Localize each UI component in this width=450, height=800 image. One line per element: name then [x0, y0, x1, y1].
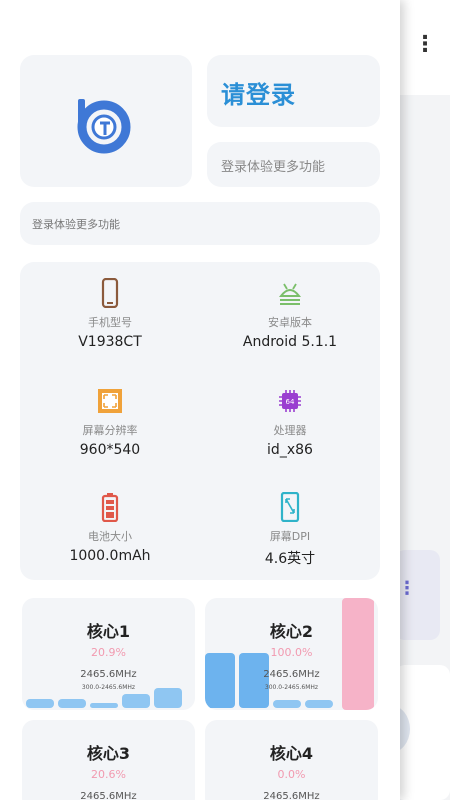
usage-bar: [26, 699, 54, 708]
resolution-icon: [98, 389, 122, 413]
info-item-android-version: 安卓版本 Android 5.1.1: [200, 278, 380, 350]
phone-icon: [101, 278, 119, 308]
usage-bar: [239, 653, 269, 708]
core-card-1[interactable]: 核心1 20.9% 2465.6MHz 300.0-2465.6MHz: [22, 598, 195, 710]
info-value: id_x86: [267, 442, 313, 458]
navigation-drawer: 请登录 登录体验更多功能 登录体验更多功能 手机型号 V1938CT 安卓版本 …: [0, 0, 400, 800]
info-label: 手机型号: [88, 316, 132, 329]
screen-dpi-icon: [280, 492, 300, 522]
info-value: Android 5.1.1: [242, 334, 338, 350]
info-label: 处理器: [273, 424, 307, 437]
core-frequency: 2465.6MHz: [263, 791, 320, 800]
core-frequency-range: 300.0-2465.6MHz: [264, 684, 319, 691]
core-usage: 20.6%: [91, 768, 126, 781]
avatar-card[interactable]: [20, 55, 192, 187]
svg-text:64: 64: [286, 398, 295, 406]
info-item-screen-dpi: 屏幕DPI 4.6英寸: [200, 492, 380, 568]
battery-icon: [101, 493, 119, 522]
core-usage: 100.0%: [270, 646, 313, 659]
core-title: 核心4: [269, 744, 314, 763]
info-item-battery: 电池大小 1000.0mAh: [20, 492, 200, 564]
info-value: V1938CT: [78, 334, 142, 350]
usage-bar: [205, 653, 235, 708]
info-item-resolution: 屏幕分辨率 960*540: [20, 386, 200, 458]
usage-bar: [58, 699, 86, 708]
core-usage: 20.9%: [91, 646, 126, 659]
info-label: 安卓版本: [268, 316, 312, 329]
core-title: 核心1: [86, 622, 131, 641]
info-value: 4.6英寸: [264, 551, 316, 567]
info-item-phone-model: 手机型号 V1938CT: [20, 278, 200, 350]
login-banner[interactable]: 登录体验更多功能: [20, 202, 380, 245]
usage-bar: [154, 688, 182, 708]
info-value: 1000.0mAh: [69, 548, 151, 564]
more-options-icon[interactable]: ⋮: [414, 30, 436, 60]
core-frequency: 2465.6MHz: [263, 669, 320, 680]
core-frequency: 2465.6MHz: [80, 669, 137, 680]
core-card-4[interactable]: 核心4 0.0% 2465.6MHz: [205, 720, 378, 800]
login-subtitle: 登录体验更多功能: [221, 160, 326, 175]
device-info-card: 手机型号 V1938CT 安卓版本 Android 5.1.1 屏幕分辨率 96: [20, 262, 380, 580]
core-card-3[interactable]: 核心3 20.6% 2465.6MHz: [22, 720, 195, 800]
android-icon: [278, 283, 302, 305]
usage-bar: [305, 700, 333, 708]
info-label: 屏幕分辨率: [82, 424, 138, 437]
usage-bar: [90, 703, 118, 708]
app-logo-icon: [77, 99, 131, 154]
core-usage: 0.0%: [277, 768, 306, 781]
info-item-processor: 64 处理器 id_x86: [200, 386, 380, 458]
usage-bar: [273, 700, 301, 708]
core-card-2[interactable]: 核心2 100.0% 2465.6MHz 300.0-2465.6MHz: [205, 598, 378, 710]
core-title: 核心2: [269, 622, 314, 641]
login-button[interactable]: 请登录: [207, 55, 380, 127]
login-title: 请登录: [221, 81, 296, 109]
info-label: 屏幕DPI: [269, 530, 311, 543]
banner-text: 登录体验更多功能: [32, 218, 120, 231]
usage-bar: [122, 694, 150, 708]
core-frequency-range: 300.0-2465.6MHz: [81, 684, 136, 691]
info-label: 电池大小: [88, 530, 132, 543]
info-value: 960*540: [79, 442, 141, 458]
core-title: 核心3: [86, 744, 131, 763]
login-subtitle-card[interactable]: 登录体验更多功能: [207, 142, 380, 187]
cpu-icon: 64: [279, 390, 301, 412]
core-frequency: 2465.6MHz: [80, 791, 137, 800]
